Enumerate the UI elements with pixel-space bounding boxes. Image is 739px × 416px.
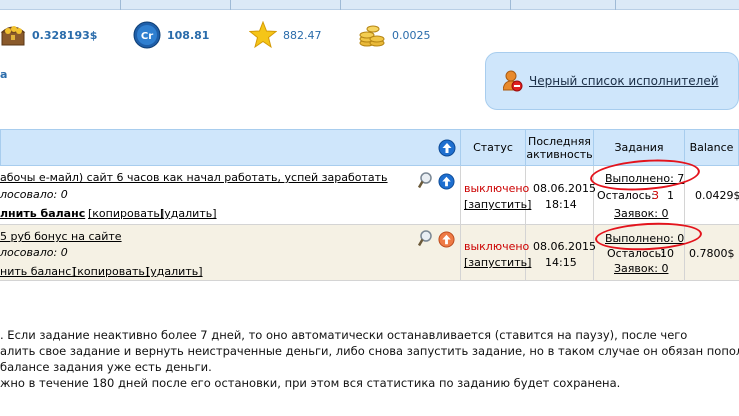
delete-link[interactable]: [удалить] — [146, 265, 203, 278]
tasks-left-label: Осталось: — [597, 189, 655, 202]
tasks-left-extra: 1 — [667, 189, 674, 202]
delete-link[interactable]: [удалить] — [160, 207, 217, 220]
user-ban-icon — [503, 70, 523, 92]
cr-balance-value: 108.81 — [167, 28, 210, 42]
status-off-text: выключено — [464, 182, 530, 195]
balance-item-money: 0.328193$ — [0, 17, 97, 53]
header-status: Статус — [460, 129, 526, 166]
star-icon — [249, 21, 277, 49]
requests-link[interactable]: Заявок: 0 — [614, 262, 668, 275]
last-activity-date: 08.06.2015 — [533, 240, 596, 253]
sort-up-icon[interactable] — [438, 139, 456, 157]
balance-item-cr: Cr 108.81 — [133, 17, 209, 53]
note-line: балансе задания уже есть деньги. — [0, 360, 212, 374]
last-activity-time: 18:14 — [545, 198, 577, 211]
start-task-link[interactable]: [запустить] — [464, 198, 531, 211]
move-up-icon[interactable] — [438, 231, 455, 248]
note-line: жно в течение 180 дней после его останов… — [0, 376, 621, 390]
blacklist-label: Черный список исполнителей — [529, 74, 719, 88]
magnifier-icon[interactable] — [418, 172, 432, 189]
task-voted-count: лосовало: 0 — [0, 188, 68, 201]
last-activity-date: 08.06.2015 — [533, 182, 596, 195]
treasure-chest-icon — [0, 26, 26, 46]
status-off-text: выключено — [464, 240, 530, 253]
task-title-link[interactable]: абочы е-майл) сайт 6 часов как начал раб… — [0, 171, 388, 184]
task-balance: 0.7800$ — [689, 247, 735, 260]
money-balance-value: 0.328193$ — [32, 28, 98, 42]
header-last-activity: Последняя активность — [525, 129, 594, 166]
copy-link[interactable]: [копировать] — [73, 265, 149, 278]
notes-text: . Если задание неактивно более 7 дней, т… — [0, 327, 739, 391]
balance-item-star: 882.47 — [249, 17, 322, 53]
svg-text:Cr: Cr — [141, 31, 153, 42]
task-voted-count: лосовало: 0 — [0, 246, 68, 259]
copy-link[interactable]: [копировать] — [88, 207, 164, 220]
magnifier-icon[interactable] — [418, 230, 432, 247]
coin-stack-icon — [359, 25, 385, 47]
nav-separator — [340, 0, 341, 10]
star-balance-value: 882.47 — [283, 28, 322, 42]
header-balance: Balance — [684, 129, 739, 166]
topup-balance-link[interactable]: нить баланс] — [0, 265, 76, 278]
move-up-icon[interactable] — [438, 173, 455, 190]
header-title-column — [0, 129, 461, 166]
tasks-left-value: 10 — [660, 247, 674, 260]
blacklist-button[interactable]: Черный список исполнителей — [485, 52, 739, 110]
section-link[interactable]: а — [0, 68, 7, 81]
cr-coin-icon: Cr — [133, 21, 161, 49]
task-title-link[interactable]: 5 руб бонус на сайте — [0, 230, 122, 243]
top-navigation — [0, 0, 739, 10]
balance-item-coins: 0.0025 — [358, 17, 431, 53]
task-balance: 0.0429$ — [695, 189, 739, 202]
note-line: . Если задание неактивно более 7 дней, т… — [0, 328, 688, 342]
tasks-left-value: 3 — [652, 189, 659, 202]
column-divider — [460, 166, 461, 281]
last-activity-time: 14:15 — [545, 256, 577, 269]
coins-balance-value: 0.0025 — [392, 28, 431, 42]
nav-separator — [615, 0, 616, 10]
start-task-link[interactable]: [запустить] — [464, 256, 531, 269]
nav-separator — [230, 0, 231, 10]
requests-link[interactable]: Заявок: 0 — [614, 207, 668, 220]
nav-separator — [510, 0, 511, 10]
topup-balance-link[interactable]: лнить баланс — [0, 207, 85, 220]
note-line: алить свое задание и вернуть неистраченн… — [0, 344, 739, 358]
nav-separator — [120, 0, 121, 10]
